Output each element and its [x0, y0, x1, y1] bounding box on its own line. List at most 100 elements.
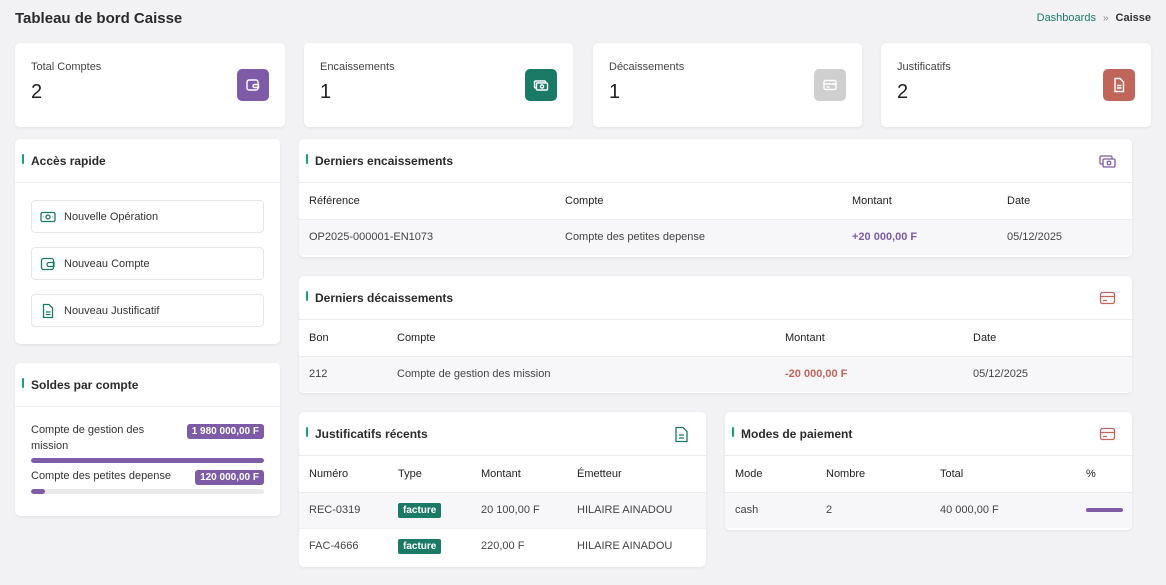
cash-icon	[1098, 152, 1116, 170]
cell-montant: 20 100,00 F	[471, 492, 567, 529]
stat-card-decaissements: Décaissements 1	[593, 43, 862, 127]
document-icon	[1103, 69, 1135, 101]
cell-total: 40 000,00 F	[930, 492, 1076, 528]
table-row[interactable]: cash 2 40 000,00 F	[725, 492, 1132, 528]
card-header: Soldes par compte	[15, 363, 280, 407]
stat-value: 1	[320, 81, 332, 103]
cell-type: facture	[388, 528, 471, 564]
column-header: Total	[930, 456, 1076, 493]
column-header: Numéro	[299, 456, 388, 493]
justificatifs-card: Justificatifs récents Numéro Type Montan…	[299, 412, 706, 567]
stat-value: 1	[609, 81, 621, 103]
stat-label: Encaissements	[320, 61, 395, 73]
card-title: Soldes par compte	[31, 377, 139, 392]
card-header: Modes de paiement	[725, 412, 1132, 456]
credit-card-icon	[1098, 425, 1116, 443]
column-header: %	[1076, 456, 1132, 493]
balance-item: Compte des petites depense 120 000,00 F	[31, 468, 264, 494]
balance-progress	[31, 458, 264, 463]
cash-icon	[525, 69, 557, 101]
cell-mode: cash	[725, 492, 816, 528]
wallet-icon	[237, 69, 269, 101]
balance-account-name: Compte des petites depense	[31, 470, 172, 482]
stat-label: Total Comptes	[31, 61, 102, 73]
breadcrumb-separator: »	[1102, 12, 1109, 24]
cell-compte: Compte des petites depense	[555, 219, 842, 255]
card-title: Modes de paiement	[741, 426, 853, 441]
cell-emetteur: HILAIRE AINADOU	[567, 492, 706, 529]
cell-date: 05/12/2025	[963, 356, 1132, 392]
table-header-row: Numéro Type Montant Émetteur	[299, 456, 706, 493]
cell-emetteur: HILAIRE AINADOU	[577, 540, 673, 553]
card-header: Accès rapide	[15, 139, 280, 183]
quick-access-label: Nouveau Compte	[64, 257, 150, 270]
page-title: Tableau de bord Caisse	[15, 10, 183, 27]
balance-account-name: Compte de gestion des mission	[31, 424, 145, 452]
cell-bon: 212	[299, 356, 387, 392]
credit-card-icon	[814, 69, 846, 101]
cell-montant: 220,00 F	[481, 540, 525, 553]
modes-paiement-table: Mode Nombre Total % cash 2 40 000,00 F	[725, 456, 1132, 528]
quick-access-label: Nouvelle Opération	[64, 210, 159, 223]
column-header: Montant	[471, 456, 567, 493]
column-header: Mode	[725, 456, 816, 493]
column-header: Montant	[842, 183, 997, 220]
balance-progress-fill	[31, 489, 45, 494]
stat-label: Décaissements	[609, 61, 685, 73]
table-row[interactable]: FAC-4666 facture 220,00 F HILAIRE AINADO…	[299, 528, 706, 564]
cell-compte: Compte de gestion des mission	[387, 356, 775, 392]
card-title: Derniers encaissements	[315, 153, 454, 168]
balance-amount-badge: 1 980 000,00 F	[186, 424, 264, 439]
quick-access-card: Accès rapide Nouvelle Opération Nouveau …	[15, 139, 280, 344]
breadcrumb-current: Caisse	[1115, 12, 1151, 24]
document-icon	[672, 425, 690, 443]
card-title: Accès rapide	[31, 153, 106, 168]
justificatifs-table: Numéro Type Montant Émetteur REC-0319 fa…	[299, 456, 706, 564]
table-header-row: Référence Compte Montant Date	[299, 183, 1132, 220]
cell-montant: -20 000,00 F	[775, 356, 963, 392]
cell-date: 05/12/2025	[997, 219, 1132, 255]
cell-nombre: 2	[816, 492, 930, 528]
column-header: Compte	[555, 183, 842, 220]
breadcrumb: Dashboards » Caisse	[1037, 12, 1151, 24]
stat-card-justificatifs: Justificatifs 2	[881, 43, 1151, 127]
decaissements-table: Bon Compte Montant Date 212 Compte de ge…	[299, 320, 1132, 392]
quick-access-nouveau-justificatif[interactable]: Nouveau Justificatif	[31, 294, 264, 327]
stat-value: 2	[31, 81, 43, 103]
encaissements-card: Derniers encaissements Référence Compte …	[299, 139, 1132, 257]
quick-access-nouvelle-operation[interactable]: Nouvelle Opération	[31, 200, 264, 233]
type-badge: facture	[398, 538, 442, 554]
column-header: Type	[388, 456, 471, 493]
cell-reference: OP2025-000001-EN1073	[299, 219, 555, 255]
table-header-row: Bon Compte Montant Date	[299, 320, 1132, 357]
modes-paiement-card: Modes de paiement Mode Nombre Total % ca…	[725, 412, 1132, 530]
table-row[interactable]: 212 Compte de gestion des mission -20 00…	[299, 356, 1132, 392]
quick-access-nouveau-compte[interactable]: Nouveau Compte	[31, 247, 264, 280]
percent-bar	[1086, 508, 1123, 513]
balances-card: Soldes par compte Compte de gestion des …	[15, 363, 280, 516]
column-header: Compte	[387, 320, 775, 357]
wallet-icon	[40, 257, 55, 270]
table-row[interactable]: REC-0319 facture 20 100,00 F HILAIRE AIN…	[299, 492, 706, 529]
cash-icon	[40, 211, 56, 222]
balance-item: Compte de gestion des mission 1 980 000,…	[31, 422, 264, 463]
quick-access-label: Nouveau Justificatif	[64, 304, 160, 317]
cell-percent	[1076, 492, 1132, 528]
cell-type: facture	[388, 492, 471, 529]
card-title: Justificatifs récents	[315, 426, 428, 441]
cell-numero: REC-0319	[299, 492, 388, 529]
encaissements-table: Référence Compte Montant Date OP2025-000…	[299, 183, 1132, 255]
stat-card-total-comptes: Total Comptes 2	[15, 43, 285, 127]
decaissements-card: Derniers décaissements Bon Compte Montan…	[299, 276, 1132, 393]
column-header: Date	[963, 320, 1132, 357]
column-header: Date	[997, 183, 1132, 220]
cell-montant: +20 000,00 F	[842, 219, 997, 255]
column-header: Montant	[775, 320, 963, 357]
column-header: Bon	[299, 320, 387, 357]
breadcrumb-link-dashboards[interactable]: Dashboards	[1037, 12, 1096, 24]
table-row[interactable]: OP2025-000001-EN1073 Compte des petites …	[299, 219, 1132, 255]
balance-progress-fill	[31, 458, 264, 463]
stat-card-encaissements: Encaissements 1	[304, 43, 573, 127]
column-header: Référence	[299, 183, 555, 220]
table-header-row: Mode Nombre Total %	[725, 456, 1132, 493]
